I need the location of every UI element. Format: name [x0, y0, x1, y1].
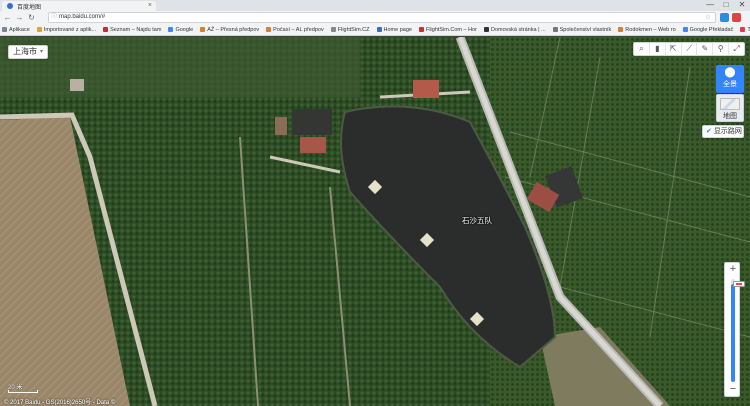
- panorama-label: 全景: [723, 81, 737, 88]
- bookmark-item[interactable]: Rodokmen – Web ro: [616, 26, 676, 33]
- tab-strip: 百度地图 × — □ ✕: [0, 0, 750, 11]
- bookmark-label: Aplikace: [9, 26, 30, 33]
- city-name: 上海市: [13, 47, 37, 56]
- bookmark-label: Domovská stránka | ...: [491, 26, 546, 33]
- bookmark-favicon-icon: [168, 27, 174, 32]
- browser-toolbar: ← → ↻ ⓘ map.baidu.com/# ☆: [0, 11, 750, 24]
- bookmark-favicon-icon: [376, 27, 382, 32]
- reload-icon[interactable]: ↻: [27, 13, 36, 22]
- map-mode-label: 地图: [723, 113, 737, 120]
- map-mode-button[interactable]: 地图: [716, 94, 744, 122]
- bookmark-label: Seznam – Najdu tam: [110, 26, 162, 33]
- zoom-control: + −: [724, 262, 745, 397]
- bookmark-favicon-icon: [36, 27, 42, 32]
- tab-title: 百度地图: [17, 4, 42, 11]
- edit-icon[interactable]: ✎: [697, 43, 714, 55]
- pond-west: [292, 109, 332, 135]
- bookmark-label: Importované z aplik...: [43, 26, 97, 33]
- baidu-favicon-icon: [7, 3, 13, 9]
- scale-line: [8, 390, 38, 393]
- satellite-imagery: [0, 37, 750, 406]
- bookmark-item[interactable]: Společenství vlastník: [551, 26, 612, 33]
- scale-bar: 20 米: [8, 382, 44, 393]
- bookmark-label: Rodokmen – Web ro: [625, 26, 676, 33]
- bookmark-item[interactable]: Počasí – AL předpov: [264, 27, 324, 33]
- url-text: map.baidu.com/#: [59, 14, 106, 20]
- tab-close-icon[interactable]: ×: [148, 2, 152, 9]
- bookmark-label: AŽ – Přesná předpov: [207, 26, 260, 33]
- bookmark-item[interactable]: Google Překladač: [681, 26, 734, 33]
- extension-icon[interactable]: [720, 13, 729, 22]
- fullscreen-icon[interactable]: ⤢: [729, 43, 744, 55]
- city-selector[interactable]: 上海市 ▾: [8, 45, 48, 59]
- bookmark-favicon-icon: [682, 27, 688, 32]
- zoom-slider-track[interactable]: [731, 279, 745, 382]
- bookmark-label: Google: [175, 26, 194, 33]
- bookmark-favicon-icon: [418, 27, 424, 32]
- window-controls: — □ ✕: [702, 0, 750, 10]
- bookmark-favicon-icon: [552, 27, 558, 32]
- bookmark-favicon-icon: [2, 27, 7, 32]
- bookmark-item[interactable]: Google: [166, 27, 193, 33]
- bookmark-favicon-icon: [740, 27, 746, 32]
- zoom-out-button[interactable]: −: [725, 383, 741, 396]
- menu-icon[interactable]: [732, 13, 741, 22]
- bookmark-item[interactable]: FlightSim.CZ: [329, 27, 370, 33]
- road-network-label: 显示路网: [713, 128, 742, 135]
- bookmark-star-icon[interactable]: ☆: [705, 13, 711, 22]
- bookmark-label: Home page: [383, 26, 412, 33]
- browser-tab[interactable]: 百度地图 ×: [2, 1, 156, 11]
- map-toolbar: ⌕ ▮ ⇱ ⟋ ✎ ⚲ ⤢: [633, 42, 745, 56]
- checkbox-icon: ✔: [706, 128, 712, 135]
- zoom-in-button[interactable]: +: [725, 263, 741, 276]
- bookmark-item[interactable]: Importované z aplik...: [35, 27, 96, 33]
- lake-name-label[interactable]: 石沙五队: [462, 215, 492, 226]
- bookmark-label: Společenství vlastník: [559, 26, 612, 33]
- bookmark-label: FlightSim.Com – Hor: [425, 26, 477, 33]
- pin-icon[interactable]: ▮: [650, 43, 666, 55]
- bookmark-favicon-icon: [484, 27, 489, 32]
- street-pin-icon: ⬤: [724, 67, 736, 78]
- bookmark-label: FlightSim.CZ: [337, 26, 370, 33]
- map-thumbnail: [720, 98, 740, 110]
- bookmark-favicon-icon: [103, 27, 109, 32]
- zoom-slider-fill: [731, 284, 735, 382]
- minimize-button[interactable]: —: [702, 0, 718, 10]
- bookmark-item[interactable]: Travel FREE: [738, 27, 750, 33]
- share-icon[interactable]: ⇱: [666, 43, 682, 55]
- bookmark-item[interactable]: FlightSim.Com – Hor: [417, 27, 477, 33]
- scrubland: [0, 37, 360, 97]
- bookmark-favicon-icon: [330, 27, 336, 32]
- bookmark-favicon-icon: [618, 27, 624, 32]
- forward-icon[interactable]: →: [15, 13, 24, 22]
- bookmark-label: Počasí – AL předpov: [273, 26, 324, 33]
- satellite-map[interactable]: 石沙五队 上海市 ▾ ⌕ ▮ ⇱ ⟋ ✎ ⚲ ⤢ ⬤ 全景 地图 ✔ 显示路网 …: [0, 37, 750, 406]
- bookmark-item[interactable]: Home page: [375, 27, 412, 33]
- back-icon[interactable]: ←: [3, 13, 12, 22]
- chevron-down-icon: ▾: [39, 49, 43, 55]
- page-info-icon[interactable]: ⓘ: [51, 13, 57, 22]
- address-bar[interactable]: ⓘ map.baidu.com/# ☆: [48, 12, 716, 23]
- bookmark-item[interactable]: Domovská stránka | ...: [482, 27, 546, 33]
- road-network-toggle[interactable]: ✔ 显示路网: [702, 125, 744, 138]
- search-icon[interactable]: ⌕: [634, 43, 650, 55]
- bookmark-item[interactable]: Aplikace: [0, 27, 30, 33]
- bookmark-favicon-icon: [266, 27, 272, 32]
- bookmark-label: Google Překladač: [689, 26, 734, 33]
- ruler-icon[interactable]: ⟋: [682, 43, 698, 55]
- maximize-button[interactable]: □: [718, 0, 734, 10]
- panorama-mode-button[interactable]: ⬤ 全景: [716, 65, 744, 93]
- close-window-button[interactable]: ✕: [734, 0, 750, 10]
- bookmark-item[interactable]: AŽ – Přesná předpov: [198, 27, 259, 33]
- bookmark-item[interactable]: Seznam – Najdu tam: [101, 27, 161, 33]
- copyright-text: © 2017 Baidu - GS(2016)2650号 - Data ©: [4, 400, 116, 406]
- zoom-slider-handle[interactable]: [733, 281, 745, 287]
- location-icon[interactable]: ⚲: [713, 43, 730, 55]
- bookmark-favicon-icon: [200, 27, 206, 32]
- bookmarks-bar: Aplikace Importované z aplik... Seznam – N…: [0, 24, 750, 36]
